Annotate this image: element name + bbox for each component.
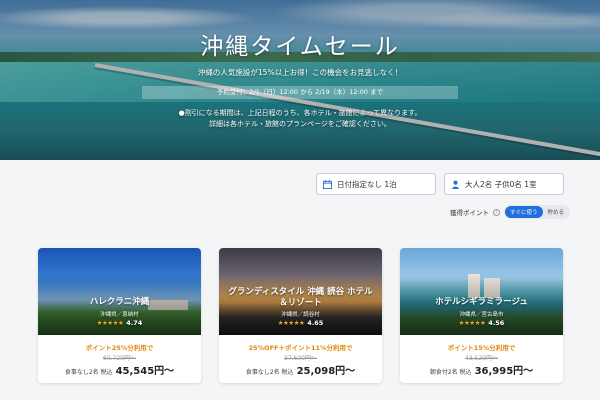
hotel-location: 沖縄県／読谷村: [281, 312, 320, 318]
original-price: 37,600円〜: [284, 355, 317, 362]
hotel-photo: グランディスタイル 沖縄 読谷 ホテル＆リゾート 沖縄県／読谷村 ★★★★★ 4.…: [219, 248, 382, 335]
person-icon: [451, 180, 460, 189]
original-price: 43,520円〜: [465, 355, 498, 362]
hotel-location: 沖縄県／恩納村: [100, 312, 139, 318]
hero-note-line1: ●割引になる期間は、上記日程のうち、各ホテル・旅館によって異なります。: [178, 109, 422, 117]
promo-text: ポイント15%分利用で: [447, 344, 516, 352]
rating-stars: ★★★★★: [277, 319, 305, 327]
hero-shade: [0, 0, 600, 160]
points-label: 獲得ポイント: [450, 209, 489, 217]
price-row: 食事なし2名 税込 45,545円〜: [38, 362, 201, 377]
date-selector-label: 日付指定なし 1泊: [337, 179, 397, 189]
calendar-icon: [323, 179, 332, 189]
price-row: 朝食付2名 税込 36,995円〜: [400, 362, 563, 377]
hotel-name: ホテルシギラミラージュ: [435, 297, 528, 307]
hero-subtitle: 沖縄の人気施設が15%以上お得！この機会をお見逃しなく！: [197, 68, 403, 77]
rating-stars: ★★★★★: [458, 319, 486, 327]
points-row: 獲得ポイント i すぐに使う 貯める: [450, 205, 571, 219]
price-label: 食事なし2名 税込: [245, 369, 294, 376]
hotel-card[interactable]: ハレクラニ沖縄 沖縄県／恩納村 ★★★★★ 4.74 ポイント25%分利用で 60…: [38, 248, 201, 383]
hotel-location: 沖縄県／宮古島市: [459, 312, 504, 318]
hotel-rating: ★★★★★ 4.56: [400, 319, 563, 327]
toggle-save[interactable]: 貯める: [543, 206, 570, 218]
hotel-rating: ★★★★★ 4.65: [219, 319, 382, 327]
guest-selector[interactable]: 大人2名 子供0名 1室: [444, 173, 564, 195]
original-price: 60,720円〜: [103, 355, 136, 362]
price-label: 食事なし2名 税込: [64, 369, 113, 376]
rating-score: 4.65: [307, 319, 324, 327]
info-icon[interactable]: i: [493, 208, 500, 216]
points-toggle[interactable]: すぐに使う 貯める: [504, 205, 571, 219]
rating-stars: ★★★★★: [96, 319, 124, 327]
booking-period: 予約受付：2/1（日）12:00 から 2/19（木）12:00 まで: [142, 86, 458, 99]
promo-text: 25%OFF＋ポイント11%分利用で: [248, 344, 353, 352]
hero-banner: 沖縄タイムセール 沖縄の人気施設が15%以上お得！この機会をお見逃しなく！ 予約…: [0, 0, 600, 160]
rating-score: 4.74: [126, 319, 143, 327]
sale-price: 45,545円〜: [115, 366, 175, 377]
toggle-use-now[interactable]: すぐに使う: [505, 206, 543, 218]
price-label: 朝食付2名 税込: [429, 369, 472, 376]
hero-note-line2: 詳細は各ホテル・旅館のプランページをご確認ください。: [209, 120, 391, 128]
hotel-name: ハレクラニ沖縄: [89, 297, 150, 307]
rating-score: 4.56: [488, 319, 505, 327]
hotel-rating: ★★★★★ 4.74: [38, 319, 201, 327]
sale-price: 25,098円〜: [296, 366, 356, 377]
guest-selector-label: 大人2名 子供0名 1室: [465, 179, 537, 189]
hotel-card[interactable]: グランディスタイル 沖縄 読谷 ホテル＆リゾート 沖縄県／読谷村 ★★★★★ 4.…: [219, 248, 382, 383]
hero-note: ●割引になる期間は、上記日程のうち、各ホテル・旅館によって異なります。 詳細は各…: [0, 108, 600, 130]
price-row: 食事なし2名 税込 25,098円〜: [219, 362, 382, 377]
hotel-name: グランディスタイル 沖縄 読谷 ホテル＆リゾート: [228, 287, 373, 308]
promo-text: ポイント25%分利用で: [85, 344, 154, 352]
hotel-photo: ハレクラニ沖縄 沖縄県／恩納村 ★★★★★ 4.74: [38, 248, 201, 335]
hero-title: 沖縄タイムセール: [200, 34, 400, 60]
hotel-photo: ホテルシギラミラージュ 沖縄県／宮古島市 ★★★★★ 4.56: [400, 248, 563, 335]
date-selector[interactable]: 日付指定なし 1泊: [316, 173, 436, 195]
hotel-card[interactable]: ホテルシギラミラージュ 沖縄県／宮古島市 ★★★★★ 4.56 ポイント15%分利…: [400, 248, 563, 383]
sale-price: 36,995円〜: [474, 366, 534, 377]
